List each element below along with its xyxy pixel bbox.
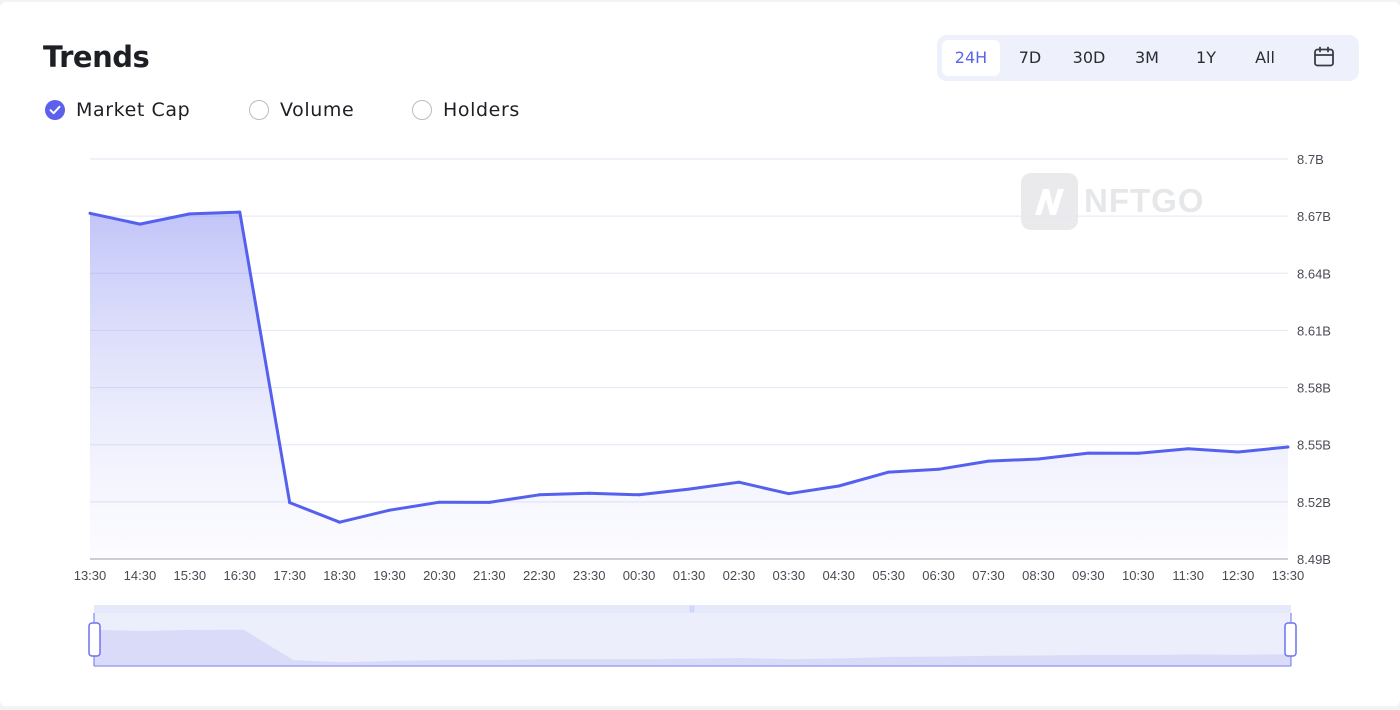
data-point [437,500,441,504]
x-tick-label: 19:30 [373,568,406,583]
x-tick-label: 23:30 [573,568,606,583]
data-point [537,493,541,497]
y-axis-ticks: 8.7B 8.67B 8.64B 8.61B 8.58B 8.55B 8.52B 8.49B [1297,152,1331,567]
data-point [787,492,791,496]
data-point [238,210,242,214]
data-point [637,493,641,497]
data-point [837,484,841,488]
x-tick-label: 06:30 [922,568,955,583]
data-point [1036,457,1040,461]
x-tick-label: 20:30 [423,568,456,583]
x-axis-ticks: 13:30 14:30 15:30 16:30 17:30 18:30 19:30 20:30… [74,568,1305,583]
y-tick-label: 8.67B [1297,209,1331,224]
data-point [1136,451,1140,455]
x-tick-label: 14:30 [124,568,157,583]
y-tick-label: 8.55B [1297,438,1331,453]
x-tick-label: 04:30 [822,568,855,583]
x-tick-label: 15:30 [174,568,207,583]
x-tick-label: 00:30 [623,568,656,583]
range-slider: ||| [88,605,1297,667]
data-point [188,212,192,216]
x-tick-label: 22:30 [523,568,556,583]
data-point [937,467,941,471]
x-tick-label: 10:30 [1122,568,1155,583]
x-tick-label: 21:30 [473,568,506,583]
data-point [887,470,891,474]
slider-grip-dots: ||| [689,606,695,613]
data-point [1186,447,1190,451]
data-point [1286,445,1290,449]
x-tick-label: 03:30 [773,568,806,583]
data-point [138,222,142,226]
y-tick-label: 8.7B [1297,152,1324,167]
x-tick-label: 02:30 [723,568,756,583]
data-point [338,520,342,524]
slider-left-handle[interactable] [88,622,101,657]
data-point [487,500,491,504]
data-point [1086,451,1090,455]
data-point [687,487,691,491]
x-tick-label: 01:30 [673,568,706,583]
data-point [737,480,741,484]
x-tick-label: 05:30 [872,568,905,583]
data-point [587,491,591,495]
x-tick-label: 09:30 [1072,568,1105,583]
data-point [1236,450,1240,454]
x-tick-label: 13:30 [74,568,107,583]
y-tick-label: 8.64B [1297,266,1331,281]
y-tick-label: 8.52B [1297,495,1331,510]
x-tick-label: 12:30 [1222,568,1255,583]
y-tick-label: 8.61B [1297,323,1331,338]
y-tick-label: 8.58B [1297,381,1331,396]
x-tick-label: 08:30 [1022,568,1055,583]
data-point [388,508,391,512]
data-point [88,211,92,215]
data-point [288,501,292,505]
y-tick-label: 8.49B [1297,552,1331,567]
x-tick-label: 17:30 [273,568,306,583]
x-tick-label: 07:30 [972,568,1005,583]
x-tick-label: 13:30 [1272,568,1305,583]
data-point [987,459,990,463]
market-cap-chart: 8.7B8.67B8.64B8.61B8.58B8.55B8.52B8.49B … [74,152,1331,667]
x-tick-label: 11:30 [1172,568,1204,583]
slider-right-handle[interactable] [1284,622,1297,657]
x-tick-label: 18:30 [323,568,356,583]
x-tick-label: 16:30 [223,568,256,583]
